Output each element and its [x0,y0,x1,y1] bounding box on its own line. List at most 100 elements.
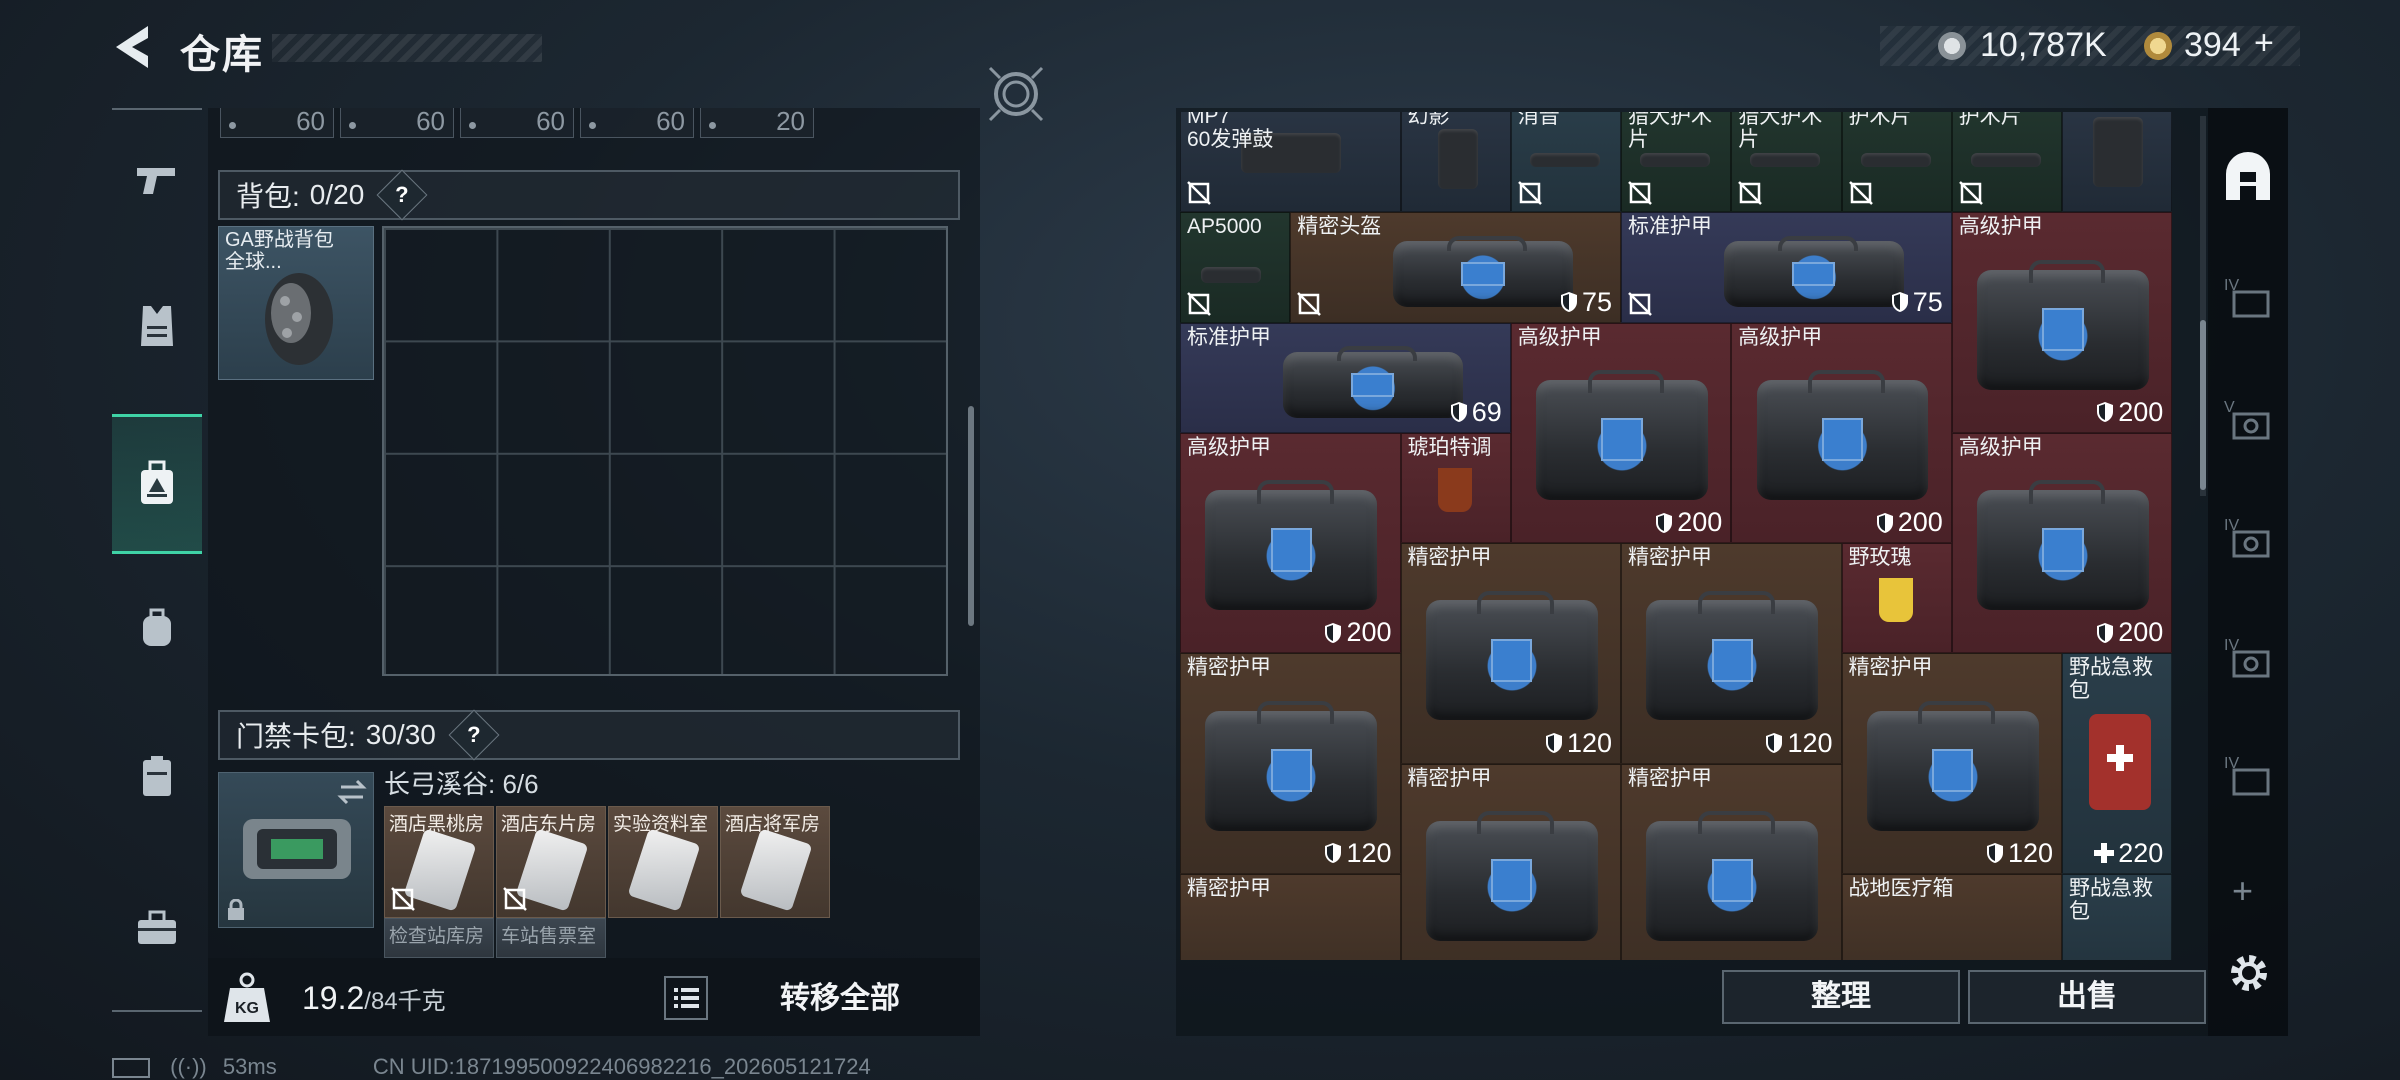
inventory-item[interactable]: 高级护甲 200 [1951,432,2173,654]
nav-storage[interactable] [112,414,202,554]
inventory-item[interactable]: 护木片 [1841,112,1952,213]
inventory-item[interactable]: 野战急救包 220 [2062,653,2173,874]
inventory-item[interactable]: 消音 [1510,112,1621,213]
inventory-item[interactable]: 精密护甲 120 [1400,543,1621,764]
tidy-button[interactable]: 整理 [1722,970,1960,1024]
nav-toolbox[interactable] [112,880,202,976]
shield-icon [1766,733,1783,753]
inventory-item[interactable]: 高级护甲 200 [1731,322,1952,543]
transfer-all-button[interactable]: 转移全部 [740,976,940,1022]
drink-image-icon [1437,467,1472,512]
ammo-slot[interactable]: 60 [460,108,574,138]
armor-image-icon [1646,590,1819,721]
storage-tab-iv3-icon[interactable]: IV [2220,630,2276,686]
add-storage-button[interactable]: + [2232,870,2253,912]
inventory-item[interactable]: 精密护甲 [1180,873,1401,960]
keycard-item[interactable]: 检查站库房 [384,918,494,958]
help-icon[interactable]: ? [448,709,500,761]
wifi-icon: ((·)) [170,1054,207,1079]
inventory-item[interactable]: 精密护甲 120 [1841,653,2062,874]
add-bond-button[interactable]: + [2254,24,2274,63]
rail-image-icon [1529,153,1600,167]
inventory-item[interactable]: 精密护甲 [1400,763,1621,960]
battery-icon [112,1058,150,1079]
inventory-item[interactable]: AP5000 [1180,212,1291,323]
nav-backpack[interactable] [112,580,202,676]
swap-icon[interactable] [337,779,367,805]
armor-image-icon [1205,480,1378,610]
nav-weapon[interactable] [112,132,202,228]
storage-home-icon[interactable] [2220,150,2276,206]
inventory-item[interactable]: 标准护甲 69 [1180,322,1511,433]
inventory-scrollbar[interactable] [2200,320,2206,490]
inventory-item[interactable]: 琥珀特调 [1400,432,1511,543]
ammo-slot[interactable]: 60 [340,108,454,138]
rail-image-icon [1640,153,1710,167]
settings-gear-icon[interactable] [2226,950,2272,996]
kg-weight-icon: KG [224,972,270,1022]
list-view-button[interactable] [664,976,708,1020]
nav-armor[interactable] [112,278,202,374]
ammo-slot[interactable]: 20 [700,108,814,138]
lock-icon [228,899,244,920]
backpack-grid[interactable] [382,226,948,676]
keycard-item[interactable]: 酒店东片房 [496,806,606,918]
storage-tab-v-icon[interactable]: V [2220,392,2276,448]
item-durability: 120 [1986,838,2053,869]
inventory-item[interactable]: 幻影 [1400,112,1511,213]
item-label: 高级护甲 [1738,325,1823,349]
keycard-item[interactable]: 酒店黑桃房 [384,806,494,918]
backpack-item[interactable]: GA野战背包 全球... [218,226,374,380]
keycard-item[interactable]: 车站售票室 [496,918,606,958]
inventory-item[interactable]: 标准护甲 75 [1621,212,1952,323]
item-label: 野战急救包 [2069,876,2153,923]
inventory-item[interactable]: 高级护甲 200 [1180,432,1401,654]
sell-button[interactable]: 出售 [1968,970,2206,1024]
no-trade-icon [1958,181,1983,206]
no-trade-icon [391,887,415,911]
keycard-item[interactable]: 实验资料室 [608,806,718,918]
inventory-item[interactable]: 战地医疗箱 [1841,873,2062,960]
inventory-item[interactable]: 猎犬护木片 [1731,112,1842,213]
shield-icon [1325,622,1342,643]
inventory-item[interactable]: 精密头盔 75 [1290,212,1621,323]
inventory-item[interactable]: 护木片 [1951,112,2062,213]
item-durability: 120 [1545,728,1612,759]
no-trade-icon [1628,181,1652,206]
ammo-slot[interactable]: 60 [220,108,334,138]
back-arrow-icon[interactable] [108,22,154,72]
inventory-item[interactable]: 野玫瑰 [1841,543,1952,654]
inventory-item[interactable]: 精密护甲 [1621,763,1842,960]
weight-current: 19.2 [302,980,365,1016]
inventory-item[interactable]: 高级护甲 200 [1510,322,1732,543]
shield-icon [2097,402,2114,423]
inventory-item[interactable]: 高级护甲 200 [1951,212,2173,433]
inventory-grid: MP7 60发弹鼓 幻影 消音 猎犬护木片 猎犬护木片 护木片 护木片 AP5000 精密头盔 7… [1180,112,2190,960]
coin-icon [1938,32,1966,60]
keycard-item[interactable]: 酒店将军房 [720,806,830,918]
mag-image-icon [2093,117,2143,187]
help-icon[interactable]: ? [376,169,428,221]
no-trade-icon [1187,181,1211,206]
nav-case[interactable] [112,728,202,824]
armor-image-icon [1282,346,1463,418]
title-decoration [272,34,542,62]
inventory-item[interactable]: 猎犬护木片 [1621,112,1732,213]
inventory-item[interactable] [2062,112,2173,213]
inventory-item[interactable]: MP7 60发弹鼓 [1180,112,1401,213]
inventory-item[interactable]: 精密护甲 120 [1621,543,1842,764]
ammo-slot[interactable]: 60 [580,108,694,138]
inventory-item[interactable]: 精密护甲 120 [1180,653,1401,874]
keycard-case-item[interactable] [218,772,374,928]
keycard-header: 门禁卡包: 30/30 ? [218,709,960,761]
item-label: 标准护甲 [1628,215,1712,239]
item-label: 精密护甲 [1187,656,1271,680]
inventory-item[interactable]: 野战急救包 [2062,873,2173,960]
item-label: 精密护甲 [1407,766,1492,790]
storage-tab-iv2-icon[interactable]: IV [2220,510,2276,566]
storage-tab-iv-icon[interactable]: IV [2220,270,2276,326]
left-scrollbar[interactable] [968,406,974,626]
item-label: 琥珀特调 [1407,435,1492,459]
storage-tab-iv4-icon[interactable]: IV [2220,748,2276,804]
left-nav [112,108,202,1012]
